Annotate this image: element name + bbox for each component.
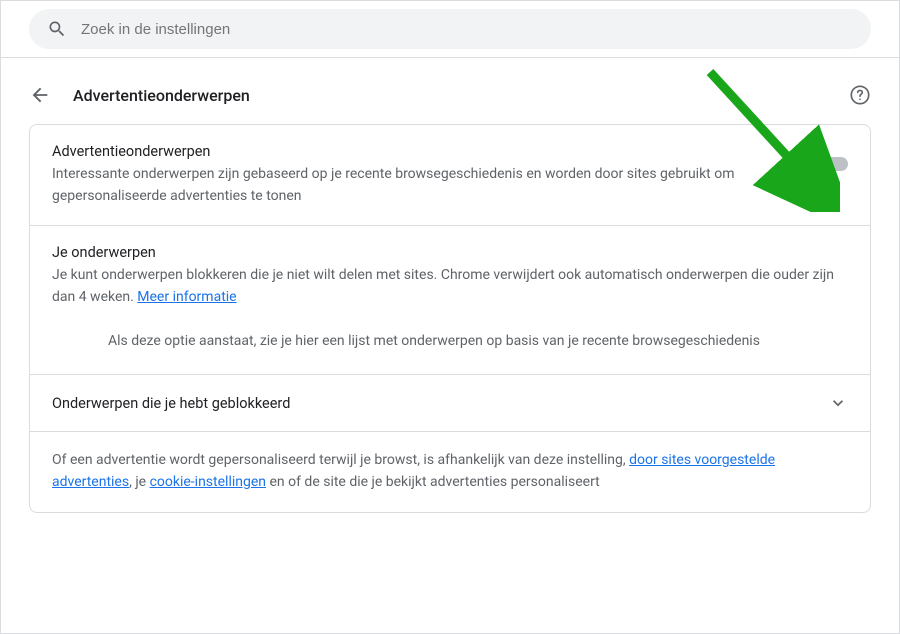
ad-topics-toggle[interactable]	[812, 157, 848, 171]
search-bar-container	[1, 1, 899, 58]
footer-section: Of een advertentie wordt gepersonaliseer…	[30, 431, 870, 511]
footer-text: Of een advertentie wordt gepersonaliseer…	[52, 450, 848, 493]
page-title: Advertentieonderwerpen	[73, 86, 849, 105]
your-topics-desc: Je kunt onderwerpen blokkeren die je nie…	[52, 265, 848, 308]
content: Advertentieonderwerpen Advertentieonderw…	[1, 58, 899, 533]
topics-placeholder-note: Als deze optie aanstaat, zie je hier een…	[52, 309, 848, 375]
toggle-knob	[810, 154, 830, 174]
your-topics-title: Je onderwerpen	[52, 244, 848, 261]
settings-card: Advertentieonderwerpen Interessante onde…	[29, 124, 871, 513]
search-input[interactable]	[81, 21, 853, 38]
footer-part1: Of een advertentie wordt gepersonaliseer…	[52, 452, 629, 468]
footer-part2: , je	[129, 474, 149, 490]
search-icon	[47, 19, 67, 39]
help-icon[interactable]	[849, 84, 871, 106]
more-info-link[interactable]: Meer informatie	[137, 289, 236, 305]
page-header: Advertentieonderwerpen	[29, 78, 871, 124]
search-bar[interactable]	[29, 9, 871, 49]
chevron-down-icon	[828, 393, 848, 413]
ad-topics-toggle-section: Advertentieonderwerpen Interessante onde…	[30, 125, 870, 225]
footer-part3: en of de site die je bekijkt advertentie…	[266, 474, 600, 490]
back-arrow-icon[interactable]	[29, 84, 51, 106]
blocked-topics-row[interactable]: Onderwerpen die je hebt geblokkeerd	[30, 374, 870, 431]
ad-topics-title: Advertentieonderwerpen	[52, 143, 792, 160]
blocked-topics-title: Onderwerpen die je hebt geblokkeerd	[52, 395, 290, 412]
your-topics-section: Je onderwerpen Je kunt onderwerpen blokk…	[30, 225, 870, 374]
ad-topics-desc: Interessante onderwerpen zijn gebaseerd …	[52, 164, 792, 207]
cookie-settings-link[interactable]: cookie-instellingen	[150, 474, 266, 490]
